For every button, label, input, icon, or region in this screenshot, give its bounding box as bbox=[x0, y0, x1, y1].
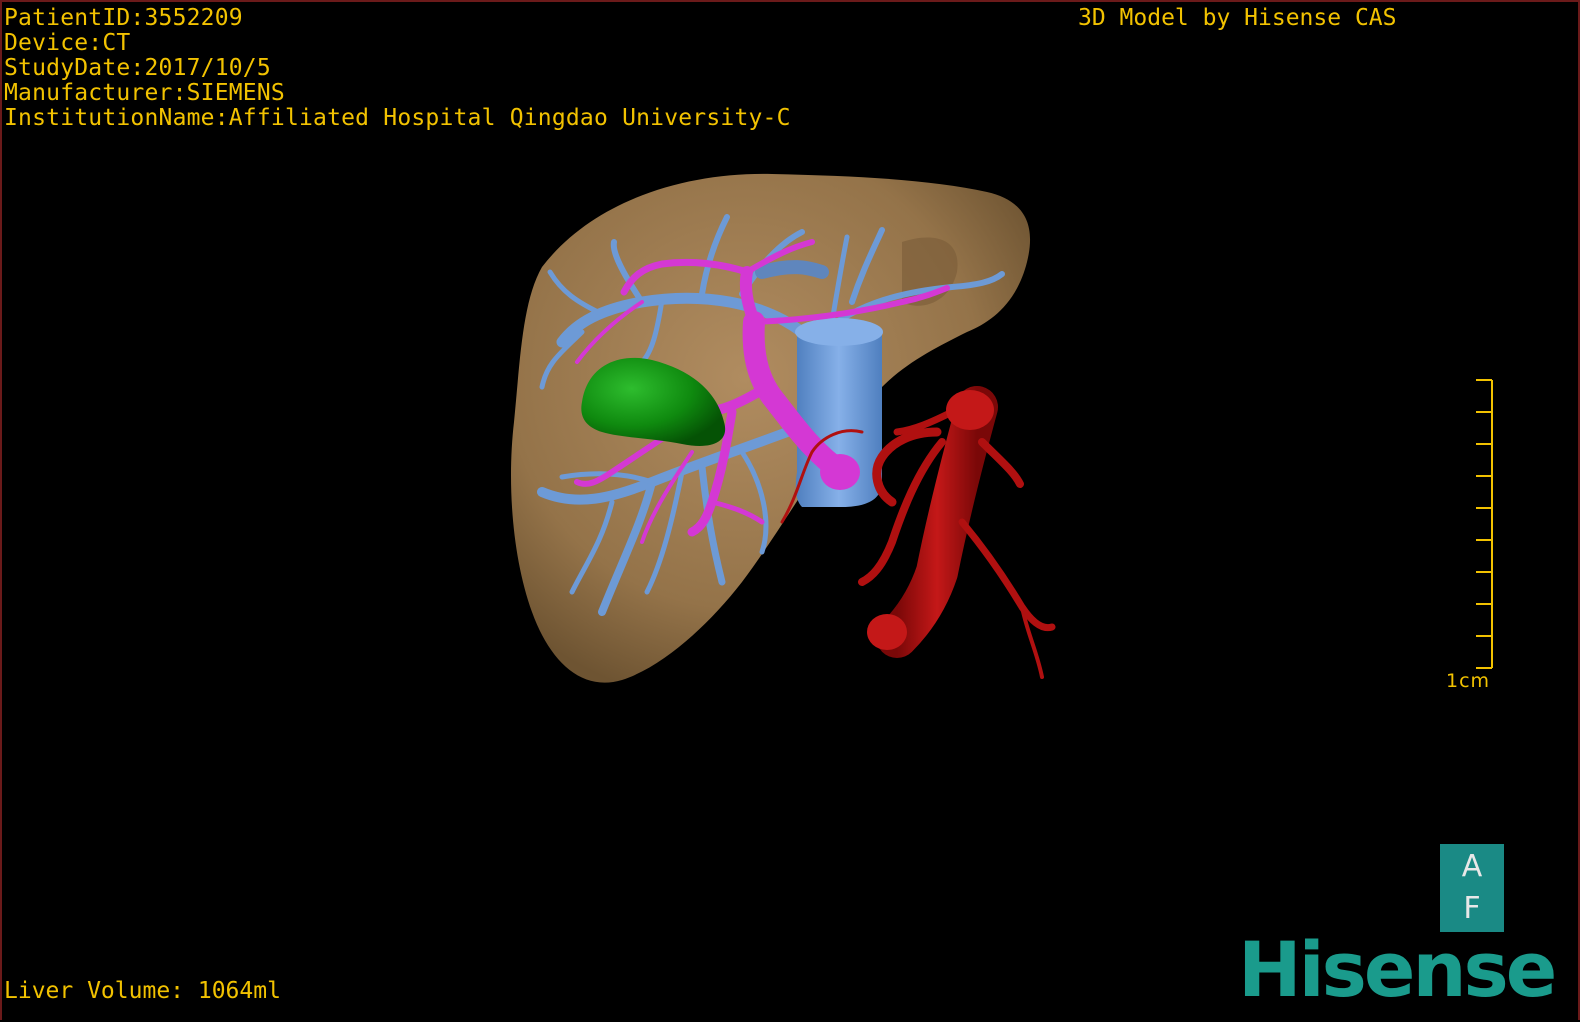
manufacturer: Manufacturer:SIEMENS bbox=[4, 80, 285, 106]
orientation-label-top: A bbox=[1461, 849, 1483, 884]
orientation-label-bottom: F bbox=[1463, 891, 1481, 926]
study-date: StudyDate:2017/10/5 bbox=[4, 55, 271, 81]
aorta-top bbox=[946, 390, 994, 430]
hisense-logo: Hisense bbox=[1238, 925, 1557, 1014]
liver-volume-readout: Liver Volume: 1064ml bbox=[4, 978, 281, 1004]
device: Device:CT bbox=[4, 30, 131, 56]
3d-viewport[interactable]: PatientID:3552209 Device:CT StudyDate:20… bbox=[0, 0, 1580, 1020]
patient-id: PatientID:3552209 bbox=[4, 5, 243, 31]
scale-bar-label: 1cm bbox=[1446, 670, 1491, 692]
aorta-end bbox=[867, 614, 907, 650]
liver-3d-model[interactable] bbox=[2, 2, 1580, 1022]
orientation-cube[interactable]: A F bbox=[1440, 844, 1504, 932]
portal-vein-root bbox=[820, 454, 860, 490]
institution-name: InstitutionName:Affiliated Hospital Qing… bbox=[4, 105, 791, 131]
scale-bar bbox=[1476, 379, 1493, 669]
model-credit: 3D Model by Hisense CAS bbox=[1078, 5, 1397, 31]
